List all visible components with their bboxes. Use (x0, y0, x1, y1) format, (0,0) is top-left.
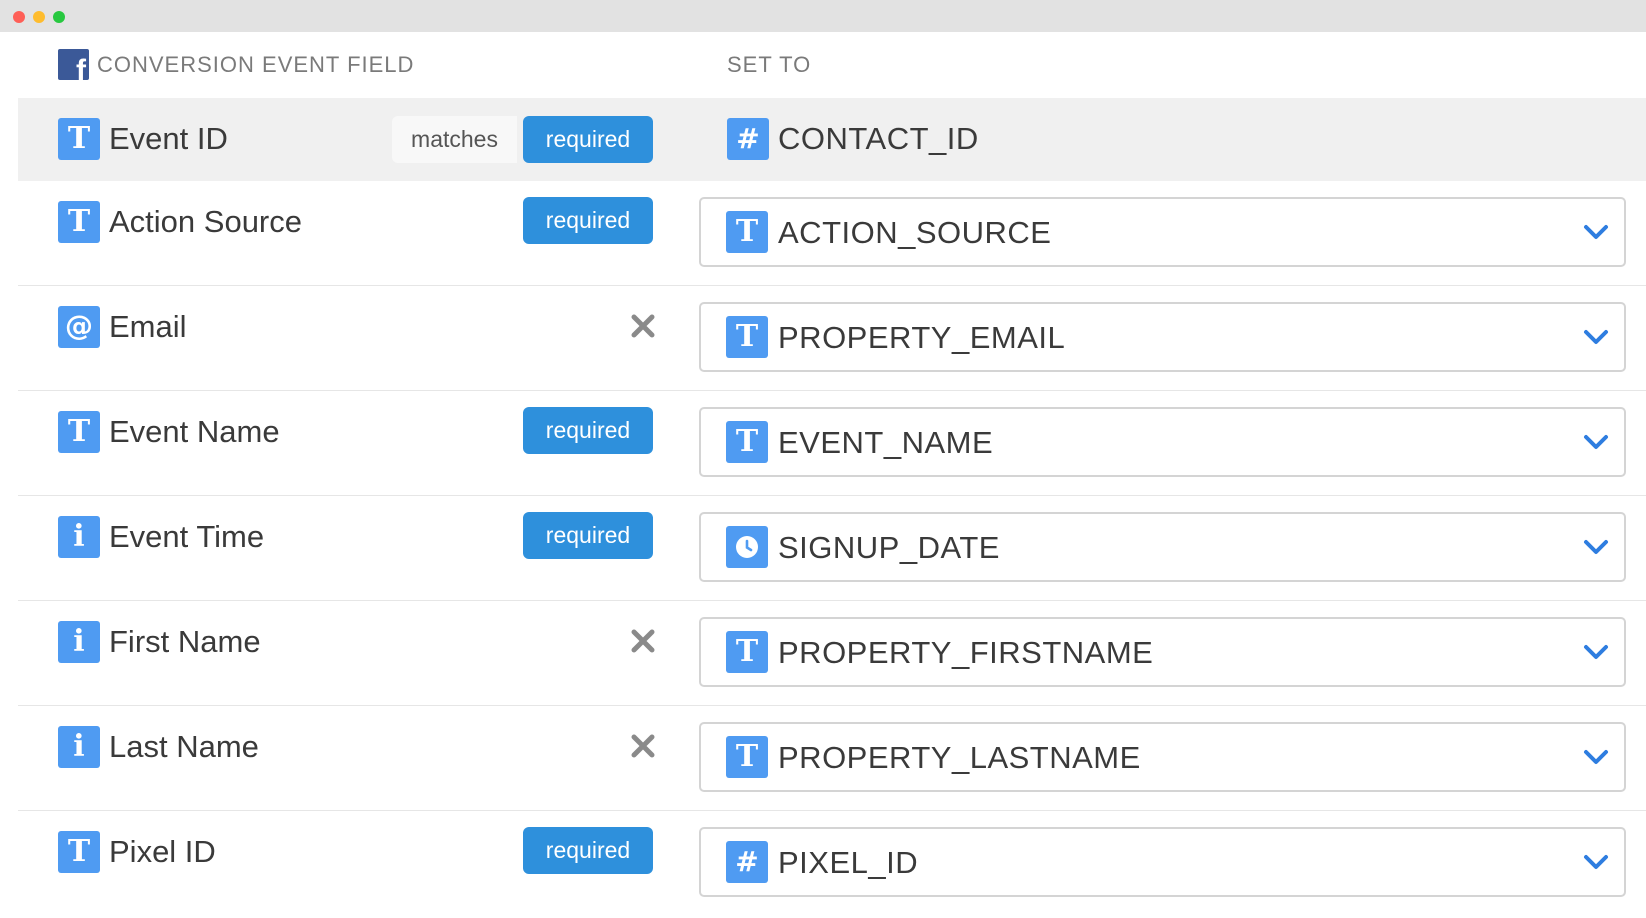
required-badge: required (523, 197, 653, 244)
mapping-row-event-name: T Event Name required T EVENT_NAME (18, 391, 1646, 496)
select-value: PROPERTY_EMAIL (778, 320, 1066, 355)
select-value: ACTION_SOURCE (778, 215, 1052, 250)
column-header: f CONVERSION EVENT FIELD SET TO (0, 32, 1646, 98)
matches-label: matches (392, 116, 517, 163)
close-window-button[interactable] (13, 11, 25, 23)
field-label: First Name (109, 624, 261, 659)
chevron-down-icon[interactable] (1582, 640, 1610, 664)
required-badge: required (523, 827, 653, 874)
minimize-window-button[interactable] (33, 11, 45, 23)
value-select[interactable]: SIGNUP_DATE (699, 512, 1626, 582)
text-type-icon: T (58, 201, 100, 243)
select-value: PROPERTY_FIRSTNAME (778, 635, 1154, 670)
title-bar (0, 0, 1646, 32)
field-label: Event Time (109, 519, 265, 554)
number-type-icon: # (727, 118, 769, 160)
required-badge: required (523, 512, 653, 559)
field-label: Pixel ID (109, 834, 216, 869)
remove-field-icon[interactable] (629, 312, 657, 340)
field-label: Event ID (109, 121, 228, 156)
text-type-icon: T (726, 211, 768, 253)
select-value: PIXEL_ID (778, 845, 919, 880)
number-type-icon: # (726, 841, 768, 883)
value-select[interactable]: T PROPERTY_EMAIL (699, 302, 1626, 372)
text-type-icon: T (58, 118, 100, 160)
value-select[interactable]: T PROPERTY_LASTNAME (699, 722, 1626, 792)
required-badge: required (523, 407, 653, 454)
select-value: EVENT_NAME (778, 425, 994, 460)
field-label: Last Name (109, 729, 259, 764)
mapping-row-action-source: T Action Source required T ACTION_SOURCE (18, 181, 1646, 286)
field-label: Email (109, 309, 187, 344)
value-select[interactable]: # PIXEL_ID (699, 827, 1626, 897)
set-to-header: SET TO (727, 52, 812, 77)
chevron-down-icon[interactable] (1582, 745, 1610, 769)
value-select[interactable]: T ACTION_SOURCE (699, 197, 1626, 267)
mapping-row-event-id: T Event ID matches required # CONTACT_ID (18, 98, 1646, 181)
zoom-window-button[interactable] (53, 11, 65, 23)
text-type-icon: T (726, 631, 768, 673)
select-value: PROPERTY_LASTNAME (778, 740, 1141, 775)
text-type-icon: T (58, 411, 100, 453)
info-type-icon: i (58, 621, 100, 663)
mapping-row-event-time: i Event Time required SIGNUP_DATE (18, 496, 1646, 601)
clock-type-icon (726, 526, 768, 568)
chevron-down-icon[interactable] (1582, 535, 1610, 559)
remove-field-icon[interactable] (629, 732, 657, 760)
value-select[interactable]: T EVENT_NAME (699, 407, 1626, 477)
remove-field-icon[interactable] (629, 627, 657, 655)
chevron-down-icon[interactable] (1582, 325, 1610, 349)
mapping-window: f CONVERSION EVENT FIELD SET TO T Event … (0, 0, 1646, 918)
text-type-icon: T (726, 316, 768, 358)
conversion-event-field-header: CONVERSION EVENT FIELD (97, 52, 415, 77)
field-label: Action Source (109, 204, 302, 239)
required-badge: required (523, 116, 653, 163)
matched-value-label: CONTACT_ID (778, 121, 979, 156)
field-label: Event Name (109, 414, 280, 449)
text-type-icon: T (58, 831, 100, 873)
chevron-down-icon[interactable] (1582, 220, 1610, 244)
select-value: SIGNUP_DATE (778, 530, 1000, 565)
facebook-logo-icon: f (58, 49, 89, 80)
mapping-row-last-name: i Last Name T PROPERTY_LASTNAME (18, 706, 1646, 811)
chevron-down-icon[interactable] (1582, 430, 1610, 454)
email-type-icon: @ (58, 306, 100, 348)
info-type-icon: i (58, 516, 100, 558)
text-type-icon: T (726, 421, 768, 463)
mapping-row-first-name: i First Name T PROPERTY_FIRSTNAME (18, 601, 1646, 706)
mapping-row-email: @ Email T PROPERTY_EMAIL (18, 286, 1646, 391)
info-type-icon: i (58, 726, 100, 768)
text-type-icon: T (726, 736, 768, 778)
chevron-down-icon[interactable] (1582, 850, 1610, 874)
mapping-row-pixel-id: T Pixel ID required # PIXEL_ID (18, 811, 1646, 916)
value-select[interactable]: T PROPERTY_FIRSTNAME (699, 617, 1626, 687)
